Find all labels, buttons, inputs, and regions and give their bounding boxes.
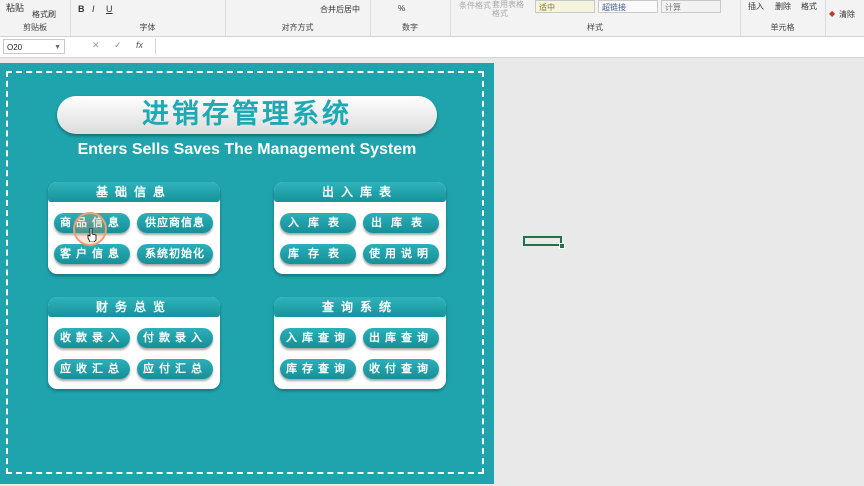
styles-group: 条件格式 套用表格格式 适中 超链接 计算 样式 [450,0,741,36]
inbound-table-button[interactable]: 入库表 [280,213,356,233]
stock-table-button[interactable]: 库存表 [280,244,356,264]
section-title: 查询系统 [274,297,446,317]
fx-icon[interactable]: fx [136,40,143,50]
editing-group: ◆ 清除 [825,0,864,36]
conditional-format-button[interactable]: 条件格式 [459,0,491,11]
style-calc[interactable]: 计算 [661,0,721,13]
inbound-query-button[interactable]: 入库查询 [280,328,356,348]
fill-handle[interactable] [559,243,565,249]
cancel-x-icon[interactable]: ✕ [92,40,100,51]
italic-button[interactable]: I [92,4,95,14]
dashboard-title: 进销存管理系统 [142,99,352,130]
merge-center-button[interactable]: 合并后居中 [320,4,360,15]
table-format-button[interactable]: 套用表格格式 [492,0,528,18]
bold-button[interactable]: B [78,4,85,14]
dashboard-subtitle: Enters Sells Saves The Management System [77,141,417,158]
style-moderate[interactable]: 适中 [535,0,595,13]
clear-button[interactable]: 清除 [839,9,855,20]
outbound-query-button[interactable]: 出库查询 [363,328,439,348]
supplier-info-button[interactable]: 供应商信息 [137,213,213,233]
selected-cell[interactable] [523,236,562,246]
paste-button[interactable]: 粘贴 [6,1,24,14]
alignment-label: 对齐方式 [281,23,314,32]
ribbon: 粘贴 格式刷 剪贴板 B I U 字体 合并后居中 对齐方式 % 数字 条件格式… [0,0,864,37]
clipboard-group: 粘贴 格式刷 剪贴板 [0,0,71,36]
receipt-entry-button[interactable]: 收款录入 [54,328,130,348]
number-label: 数字 [402,23,418,32]
receivable-summary-button[interactable]: 应收汇总 [54,359,130,379]
section-title: 基础信息 [48,182,220,202]
outbound-table-button[interactable]: 出库表 [363,213,439,233]
style-hyperlink[interactable]: 超链接 [598,0,658,13]
styles-label: 样式 [587,23,603,32]
section-title: 出入库表 [274,182,446,202]
font-label: 字体 [139,23,156,32]
name-box[interactable]: O20 ▼ [3,39,65,54]
dropdown-arrow-icon[interactable]: ▼ [54,40,61,55]
cursor-hand-icon [87,228,97,242]
user-guide-button[interactable]: 使用说明 [363,244,439,264]
format-painter-button[interactable]: 格式刷 [32,9,56,20]
customer-info-button[interactable]: 客户信息 [54,244,130,264]
clipboard-label: 剪贴板 [23,23,47,32]
section-title: 财务总览 [48,297,220,317]
section-in-out-tables: 出入库表 入库表 出库表 库存表 使用说明 [274,182,446,274]
font-group: B I U 字体 [70,0,226,36]
formula-input[interactable] [155,39,862,54]
section-finance-overview: 财务总览 收款录入 付款录入 应收汇总 应付汇总 [48,297,220,389]
stock-query-button[interactable]: 库存查询 [280,359,356,379]
payable-summary-button[interactable]: 应付汇总 [137,359,213,379]
cells-group: 插入 删除 格式 单元格 [740,0,826,36]
title-banner: 进销存管理系统 [57,96,437,134]
underline-button[interactable]: U [106,4,113,14]
system-init-button[interactable]: 系统初始化 [137,244,213,264]
format-button[interactable]: 格式 [801,1,817,12]
number-group: % 数字 [370,0,451,36]
dashboard-panel: 进销存管理系统 Enters Sells Saves The Managemen… [0,63,494,484]
confirm-check-icon[interactable]: ✓ [114,40,122,51]
delete-button[interactable]: 删除 [775,1,791,12]
eraser-icon[interactable]: ◆ [829,9,835,18]
payment-entry-button[interactable]: 付款录入 [137,328,213,348]
percent-button[interactable]: % [398,4,405,13]
cells-label: 单元格 [770,23,795,32]
payment-query-button[interactable]: 收付查询 [363,359,439,379]
insert-button[interactable]: 插入 [748,1,764,12]
worksheet[interactable]: 进销存管理系统 Enters Sells Saves The Managemen… [0,58,864,486]
name-box-value: O20 [7,43,23,52]
alignment-group: 合并后居中 对齐方式 [225,0,371,36]
section-query-system: 查询系统 入库查询 出库查询 库存查询 收付查询 [274,297,446,389]
formula-bar: O20 ▼ ✕ ✓ fx [0,37,864,58]
